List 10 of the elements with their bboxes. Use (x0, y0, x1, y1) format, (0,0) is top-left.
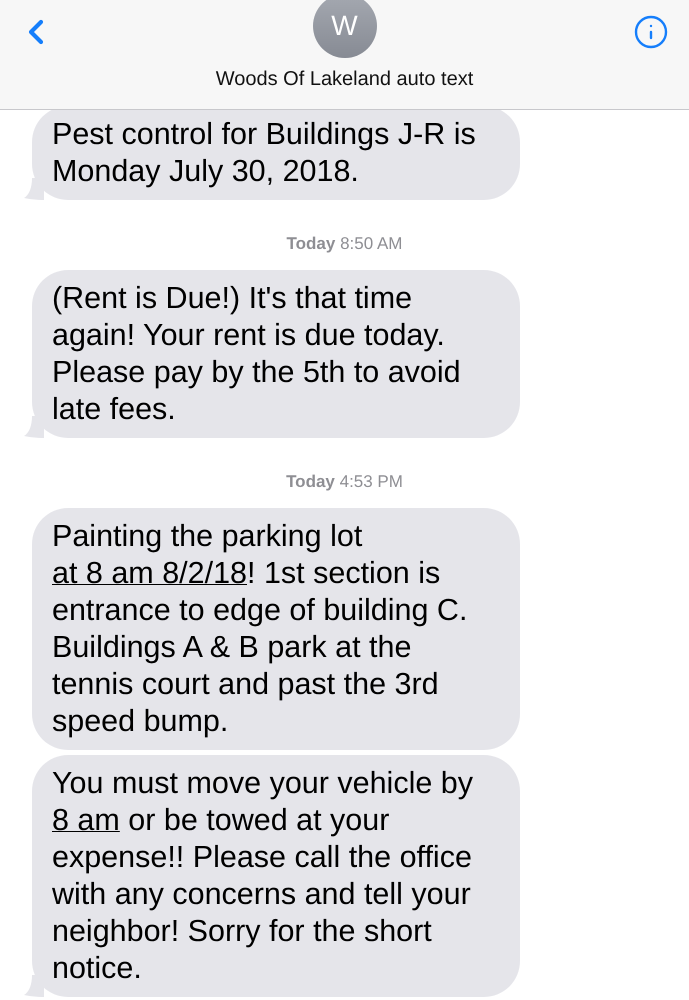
date-link[interactable]: 8 am (52, 803, 120, 837)
message-timestamp: Today 4:53 PM (286, 472, 403, 492)
message-timestamp: Today 8:50 AM (286, 234, 402, 254)
bubble-tail (24, 178, 44, 200)
info-icon (633, 14, 669, 50)
contact-name: Woods Of Lakeland auto text (216, 68, 474, 92)
date-link[interactable]: at 8 am 8/2/18 (52, 556, 247, 590)
bubble-tail (24, 975, 44, 997)
message-bubble: Painting the parking lot at 8 am 8/2/18! 1st section is entrance to edge of building C. Buildings A & B park at the tennis court and past the 3rd speed bump. (32, 508, 520, 750)
bubble-tail (24, 416, 44, 438)
